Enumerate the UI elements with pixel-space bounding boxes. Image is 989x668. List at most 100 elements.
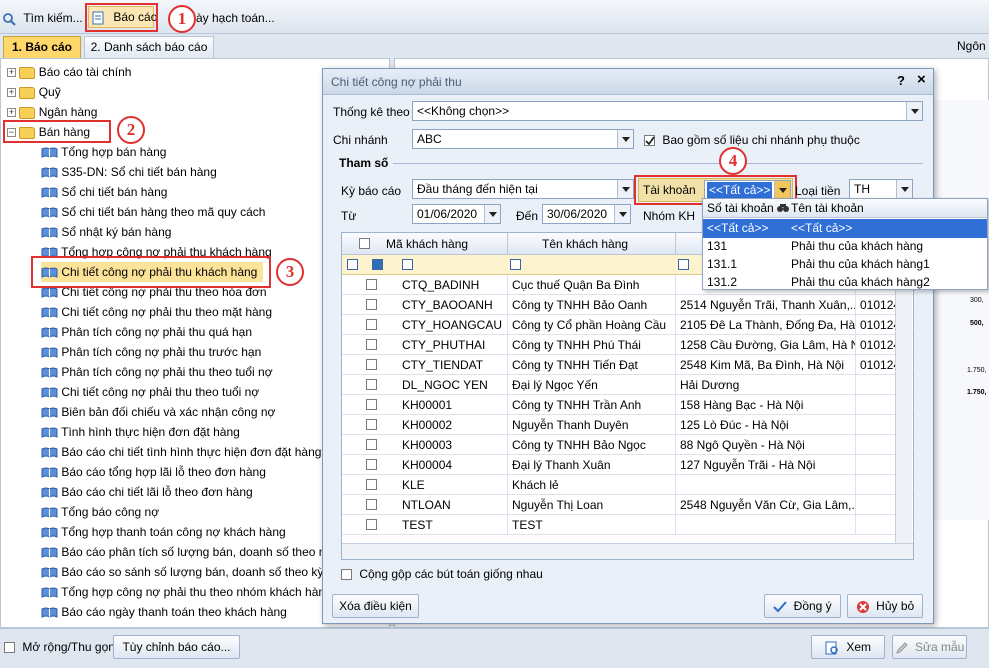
tree-item-report[interactable]: Chi tiết công nợ phải thu theo tuổi nợ	[41, 382, 259, 402]
expand-collapse-checkbox[interactable]: Mở rộng/Thu gọn	[4, 640, 115, 654]
table-row[interactable]: TEST TEST	[342, 515, 913, 535]
help-icon[interactable]: ?	[897, 73, 905, 88]
chevron-down-icon[interactable]	[614, 205, 630, 223]
edit-template-button[interactable]: Sửa mẫu	[892, 635, 967, 659]
row-checkbox[interactable]	[366, 279, 377, 290]
checkbox-checked[interactable]	[644, 135, 655, 147]
to-date-input[interactable]: 30/06/2020	[542, 204, 631, 224]
filter-cell[interactable]	[372, 259, 383, 270]
chevron-down-icon[interactable]	[484, 205, 500, 223]
preview-value: 1.750,	[967, 389, 987, 396]
filter-cell[interactable]	[678, 259, 689, 270]
chevron-down-icon[interactable]	[896, 180, 912, 198]
tab-reports[interactable]: 1. Báo cáo	[3, 36, 81, 58]
checkbox[interactable]	[4, 642, 15, 654]
period-dropdown[interactable]: Đầu tháng đến hiện tại	[412, 179, 634, 199]
row-checkbox[interactable]	[366, 439, 377, 450]
table-row[interactable]: NTLOAN Nguyễn Thị Loan 2548 Nguyễn Văn Cừ,…	[342, 495, 913, 515]
tree-folder-bank[interactable]: + Ngân hàng	[7, 102, 97, 122]
accounting-date-button[interactable]: ày hạch toán...	[196, 8, 275, 28]
column-header-name[interactable]: Tên khách hàng	[542, 237, 628, 251]
search-button[interactable]: Tìm kiếm...	[2, 8, 83, 28]
tree-item-report[interactable]: Sổ chi tiết bán hàng	[41, 182, 167, 202]
account-option[interactable]: 131.2 Phải thu của khách hàng2	[703, 273, 987, 289]
filter-cell[interactable]	[402, 259, 413, 270]
tree-folder-cash[interactable]: + Quỹ	[7, 82, 61, 102]
table-row[interactable]: CTY_TIENDAT Công ty TNHH Tiến Đạt 2548 Kim…	[342, 355, 913, 375]
row-checkbox[interactable]	[366, 459, 377, 470]
table-row[interactable]: CTY_BAOOANH Công ty TNHH Bảo Oanh 2514 Ngu…	[342, 295, 913, 315]
tree-item-report[interactable]: Biên bản đối chiếu và xác nhận công nợ	[41, 402, 275, 422]
filter-cell[interactable]	[510, 259, 521, 270]
chevron-down-icon[interactable]	[617, 130, 633, 148]
close-icon[interactable]: ×	[917, 71, 926, 88]
expand-icon[interactable]: +	[7, 68, 16, 78]
row-checkbox[interactable]	[366, 479, 377, 490]
tree-item-report[interactable]: Báo cáo chi tiết lãi lỗ theo đơn hàng	[41, 482, 253, 502]
table-row[interactable]: KH00001 Công ty TNHH Trần Anh 158 Hàng Bạc…	[342, 395, 913, 415]
currency-dropdown[interactable]: TH	[849, 179, 913, 199]
tree-item-report[interactable]: Báo cáo tổng hợp lãi lỗ theo đơn hàng	[41, 462, 266, 482]
tree-item-report[interactable]: Tổng báo công nợ	[41, 502, 159, 522]
column-header-code[interactable]: Mã khách hàng	[386, 237, 468, 251]
horizontal-scrollbar[interactable]	[342, 543, 913, 559]
row-checkbox[interactable]	[366, 399, 377, 410]
tab-report-list[interactable]: 2. Danh sách báo cáo	[84, 36, 214, 58]
tree-item-report[interactable]: Báo cáo ngày thanh toán theo khách hàng	[41, 602, 287, 622]
cancel-button[interactable]: Hủy bỏ	[847, 594, 923, 618]
row-checkbox[interactable]	[366, 499, 377, 510]
tree-item-report[interactable]: S35-DN: Sổ chi tiết bán hàng	[41, 162, 217, 182]
account-option[interactable]: <<Tất cả>> <<Tất cả>>	[703, 219, 987, 238]
step-4-marker: 4	[719, 147, 747, 175]
include-branch-checkbox[interactable]: Bao gồm số liệu chi nhánh phụ thuộc	[644, 133, 860, 147]
tree-item-report[interactable]: Phân tích công nợ phải thu theo tuổi nợ	[41, 362, 273, 382]
vertical-scrollbar[interactable]	[895, 255, 912, 543]
row-checkbox[interactable]	[366, 379, 377, 390]
tree-item-report[interactable]: Chi tiết công nợ phải thu theo mặt hàng	[41, 302, 272, 322]
table-row[interactable]: CTY_PHUTHAI Công ty TNHH Phú Thái 1258 Cầu…	[342, 335, 913, 355]
row-checkbox[interactable]	[366, 339, 377, 350]
view-button[interactable]: Xem	[811, 635, 885, 659]
tree-item-report[interactable]: Phân tích công nợ phải thu trước hạn	[41, 342, 261, 362]
table-row[interactable]: KH00003 Công ty TNHH Bảo Ngọc 88 Ngô Quyền…	[342, 435, 913, 455]
table-row[interactable]: CTY_HOANGCAU Công ty Cổ phần Hoàng Cầu 210…	[342, 315, 913, 335]
tree-folder-financial[interactable]: + Báo cáo tài chính	[7, 62, 131, 82]
clear-conditions-button[interactable]: Xóa điều kiện	[332, 594, 419, 618]
table-row[interactable]: DL_NGOC YEN Đại lý Ngọc Yến Hải Dương	[342, 375, 913, 395]
tree-item-report[interactable]: Phân tích công nợ phải thu quá hạn	[41, 322, 252, 342]
tree-item-report[interactable]: Báo cáo chi tiết tình hình thực hiện đơn…	[41, 442, 321, 462]
row-checkbox[interactable]	[366, 319, 377, 330]
tree-item-report[interactable]: Tổng hợp bán hàng	[41, 142, 166, 162]
expand-icon[interactable]: +	[7, 88, 16, 98]
from-date-input[interactable]: 01/06/2020	[412, 204, 501, 224]
row-checkbox[interactable]	[366, 519, 377, 530]
expand-icon[interactable]: +	[7, 108, 16, 118]
tree-item-report[interactable]: Sổ nhật ký bán hàng	[41, 222, 171, 242]
account-option[interactable]: 131.1 Phải thu của khách hàng1	[703, 255, 987, 274]
checkbox[interactable]	[341, 569, 352, 581]
table-row[interactable]: KH00002 Nguyễn Thanh Duyên 125 Lò Đúc - Hà…	[342, 415, 913, 435]
chevron-down-icon[interactable]	[906, 102, 922, 120]
tree-item-report[interactable]: Tổng hợp công nợ phải thu theo nhóm khác…	[41, 582, 332, 602]
branch-dropdown[interactable]: ABC	[412, 129, 634, 149]
select-all-checkbox[interactable]	[359, 238, 370, 249]
stats-dropdown[interactable]: <<Không chọn>>	[412, 101, 923, 121]
table-row[interactable]: KH00004 Đại lý Thanh Xuân 127 Nguyễn Trãi …	[342, 455, 913, 475]
filter-cell[interactable]	[347, 259, 358, 270]
dialog-titlebar[interactable]: Chi tiết công nợ phải thu ? ×	[323, 69, 933, 95]
account-option[interactable]: 131 Phải thu của khách hàng	[703, 237, 987, 256]
cell-code: CTY_BAOOANH	[398, 295, 508, 315]
row-checkbox[interactable]	[366, 299, 377, 310]
table-row[interactable]: KLE Khách lẻ	[342, 475, 913, 495]
row-checkbox[interactable]	[366, 419, 377, 430]
chevron-down-icon[interactable]	[617, 180, 633, 198]
tree-item-report[interactable]: Tổng hợp thanh toán công nợ khách hàng	[41, 522, 286, 542]
merge-entries-checkbox[interactable]: Cộng gộp các bút toán giống nhau	[341, 567, 543, 581]
tree-item-report[interactable]: Sổ chi tiết bán hàng theo mã quy cách	[41, 202, 265, 222]
row-checkbox[interactable]	[366, 359, 377, 370]
tree-item-report[interactable]: Tình hình thực hiện đơn đặt hàng	[41, 422, 240, 442]
customize-report-button[interactable]: Tùy chỉnh báo cáo...	[113, 635, 240, 659]
tree-item-report[interactable]: Báo cáo phân tích số lượng bán, doanh số…	[41, 542, 342, 562]
tree-item-report[interactable]: Báo cáo so sánh số lượng bán, doanh số t…	[41, 562, 323, 582]
ok-button[interactable]: Đồng ý	[764, 594, 841, 618]
